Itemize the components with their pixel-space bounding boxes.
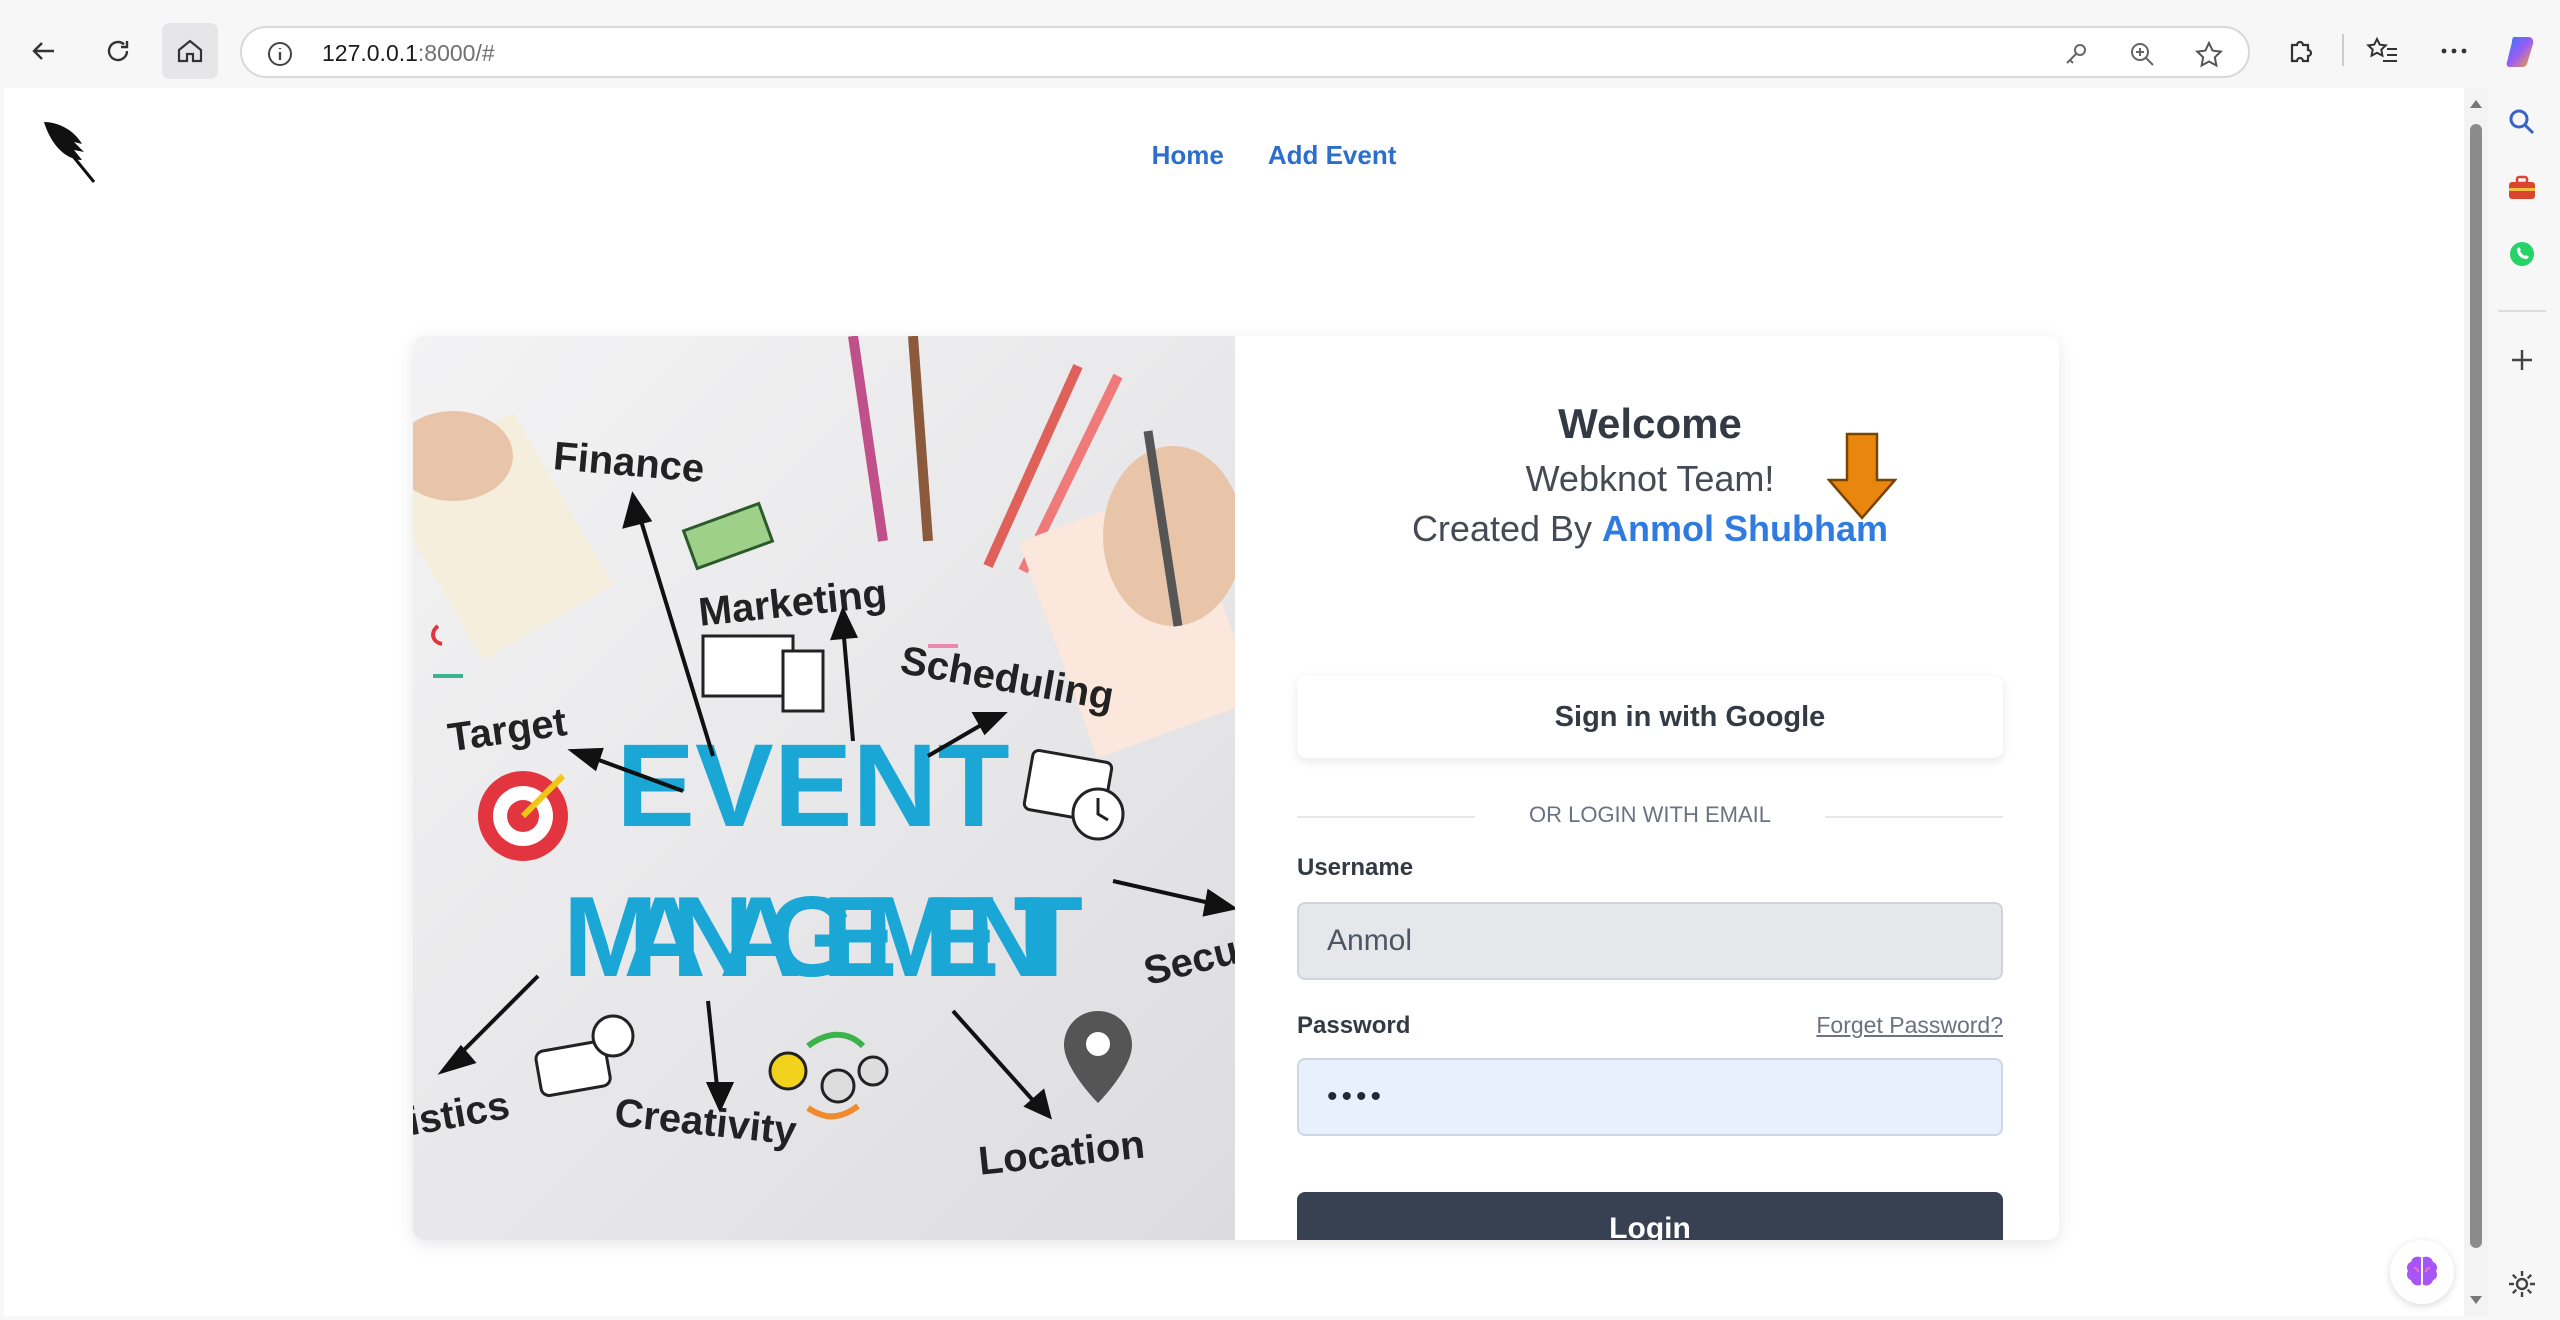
puzzle-icon xyxy=(2290,40,2313,63)
team-subtitle: Webknot Team! xyxy=(1525,458,1775,499)
scroll-up-arrow-icon[interactable] xyxy=(2466,94,2486,114)
home-icon xyxy=(177,39,203,63)
gear-icon xyxy=(2509,1271,2535,1297)
word-marketing: Marketing xyxy=(696,571,889,635)
sidebar-add-button[interactable] xyxy=(2506,344,2538,381)
sidebar-search-button[interactable] xyxy=(2506,106,2538,143)
created-by-prefix: Created By xyxy=(1411,508,1593,549)
divider-label: OR LOGIN WITH EMAIL xyxy=(1528,802,1772,827)
copilot-button[interactable] xyxy=(2496,23,2552,79)
scroll-down-arrow-icon[interactable] xyxy=(2466,1290,2486,1310)
word-target: Target xyxy=(445,700,569,760)
username-label: Username xyxy=(1297,854,1414,881)
key-icon[interactable] xyxy=(2062,40,2090,73)
event-management-image: Finance Marketing Scheduling Target Secu… xyxy=(413,336,1235,1184)
browser-toolbar: 127.0.0.1:8000/# xyxy=(0,0,2560,88)
extensions-button[interactable] xyxy=(2272,23,2328,79)
nav-home-link[interactable]: Home xyxy=(1152,140,1224,171)
sidebar-whatsapp-button[interactable] xyxy=(2506,238,2538,275)
url-text[interactable]: 127.0.0.1:8000/# xyxy=(322,40,495,67)
whatsapp-icon xyxy=(2510,242,2534,266)
favorites-button[interactable] xyxy=(2354,23,2410,79)
password-label: Password xyxy=(1297,1012,1411,1039)
page-viewport: Home Add Event Finance Marketing Schedul… xyxy=(4,88,2464,1316)
browser-sidebar xyxy=(2488,88,2560,1320)
created-by-line: Created By Anmol Shubham xyxy=(1297,508,2003,550)
orange-down-arrow-annotation xyxy=(1826,432,1898,525)
hero-title-line1: EVENT xyxy=(616,720,1009,852)
more-menu-button[interactable] xyxy=(2426,23,2482,79)
forgot-password-link[interactable]: Forget Password? xyxy=(1816,1012,2003,1039)
word-finance: Finance xyxy=(552,434,706,491)
address-bar[interactable]: 127.0.0.1:8000/# xyxy=(240,26,2250,78)
zoom-icon[interactable] xyxy=(2128,40,2156,73)
floating-brain-widget[interactable] xyxy=(2390,1240,2454,1304)
home-button[interactable] xyxy=(162,23,218,79)
plus-icon xyxy=(2512,350,2532,370)
event-management-illustration: Finance Marketing Scheduling Target Secu… xyxy=(413,336,1235,1240)
word-security: Secu xyxy=(1139,928,1235,994)
toolbar-divider xyxy=(2342,34,2344,66)
sidebar-tools-button[interactable] xyxy=(2506,172,2538,209)
hero-title-line2: MANAGEMENT xyxy=(563,874,1083,1001)
welcome-heading: Welcome xyxy=(1558,400,1742,447)
refresh-icon xyxy=(107,40,129,62)
nav-add-event-link[interactable]: Add Event xyxy=(1268,140,1397,171)
toolbox-icon xyxy=(2509,175,2535,199)
login-button[interactable]: Login xyxy=(1297,1192,2003,1240)
or-divider: OR LOGIN WITH EMAIL xyxy=(1297,802,2003,832)
down-arrow-icon xyxy=(1826,432,1898,520)
page-scrollbar-thumb[interactable] xyxy=(2470,124,2482,1248)
username-input[interactable]: Anmol xyxy=(1297,902,2003,980)
login-card: Finance Marketing Scheduling Target Secu… xyxy=(413,336,2059,1240)
refresh-button[interactable] xyxy=(90,23,146,79)
brain-icon xyxy=(2407,1256,2437,1286)
search-icon xyxy=(2509,109,2535,135)
sidebar-divider xyxy=(2498,310,2546,312)
back-arrow-icon xyxy=(32,42,54,60)
password-input[interactable]: •••• xyxy=(1297,1058,2003,1136)
word-logistics: istics xyxy=(413,1083,513,1144)
more-dots-icon xyxy=(2441,48,2467,54)
copilot-icon xyxy=(2506,37,2534,67)
favorite-star-icon[interactable] xyxy=(2194,40,2224,75)
word-creativity: Creativity xyxy=(613,1091,800,1154)
sidebar-settings-button[interactable] xyxy=(2506,1268,2538,1305)
login-form: Welcome Webknot Team! Created By Anmol S… xyxy=(1297,336,2003,1240)
main-nav: Home Add Event xyxy=(4,140,2464,171)
site-info-icon[interactable] xyxy=(266,40,294,73)
google-signin-button[interactable]: Sign in with Google xyxy=(1297,676,2003,758)
back-button[interactable] xyxy=(16,23,72,79)
word-location: Location xyxy=(976,1123,1146,1184)
favorites-list-icon xyxy=(2366,36,2397,62)
